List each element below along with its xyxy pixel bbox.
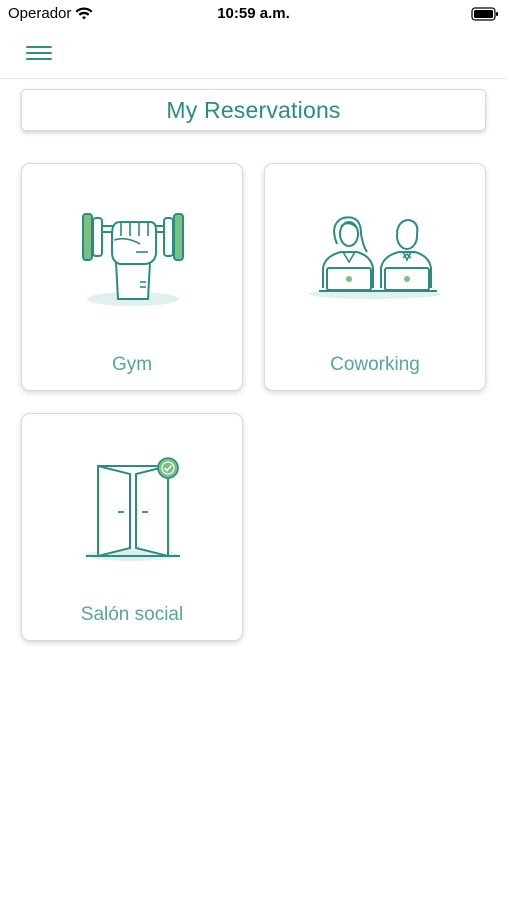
hamburger-menu-icon[interactable] xyxy=(24,42,54,64)
open-door-icon xyxy=(86,457,180,561)
dumbbell-icon xyxy=(82,213,184,306)
page-title: My Reservations xyxy=(166,96,341,123)
battery-icon xyxy=(471,7,498,21)
gym-card[interactable]: Gym xyxy=(21,163,243,391)
status-time: 10:59 a.m. xyxy=(217,5,290,22)
status-bar: Operador 10:59 a.m. xyxy=(0,0,507,28)
coworking-people-icon xyxy=(309,216,441,299)
coworking-label: Coworking xyxy=(330,354,420,375)
page-title-box: My Reservations xyxy=(21,89,486,131)
salon-social-card[interactable]: Salón social xyxy=(21,413,243,641)
navigation-bar xyxy=(0,28,507,79)
coworking-card[interactable]: Coworking xyxy=(264,163,486,391)
gym-label: Gym xyxy=(111,354,153,375)
salon-social-label: Salón social xyxy=(80,604,184,625)
